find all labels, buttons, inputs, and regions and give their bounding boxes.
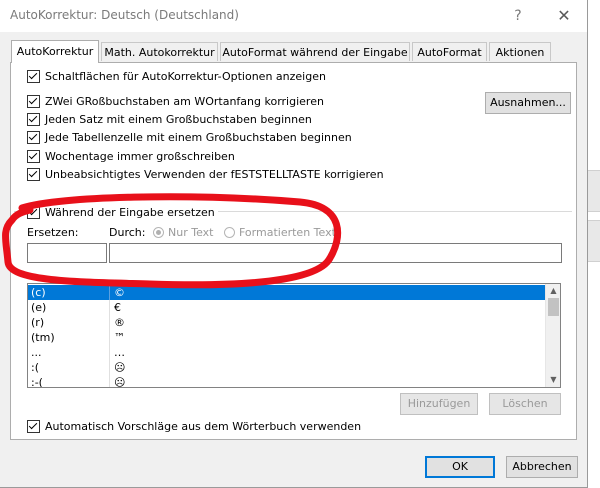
option-label: Wochentage immer großschreiben [45, 149, 235, 163]
entry-from: (e) [28, 300, 110, 315]
weekdays-cap-option[interactable]: Wochentage immer großschreiben [27, 148, 235, 164]
entry-to: ☹ [114, 361, 126, 374]
scroll-up-icon[interactable]: ▲ [546, 284, 560, 298]
show-buttons-option[interactable]: Schaltflächen für AutoKorrektur-Optionen… [27, 68, 326, 84]
option-label: Jede Tabellenzelle mit einem Großbuchsta… [45, 130, 352, 144]
replace-input[interactable] [27, 243, 107, 263]
list-item[interactable]: :( ☹ [28, 360, 545, 375]
option-label: Jeden Satz mit einem Großbuchstaben begi… [45, 112, 312, 126]
ok-button[interactable]: OK [425, 456, 495, 478]
auto-suggestions-option[interactable]: Automatisch Vorschläge aus dem Wörterbuc… [27, 418, 361, 434]
option-label: Während der Eingabe ersetzen [45, 205, 215, 219]
list-item[interactable]: (c) © [28, 285, 545, 300]
entry-from: :-( [28, 375, 110, 387]
plain-text-radio[interactable]: Nur Text [153, 226, 213, 239]
list-item[interactable]: (e) € [28, 300, 545, 315]
checkbox[interactable] [27, 205, 40, 219]
option-label: ZWei GRoßbuchstaben am WOrtanfang korrig… [45, 94, 324, 108]
entry-to: ™ [114, 331, 125, 344]
option-label: Unbeabsichtigtes Verwenden der fESTSTELL… [45, 167, 384, 181]
title-bar: AutoKorrektur: Deutsch (Deutschland) ? ✕ [0, 0, 587, 32]
entry-from: (r) [28, 315, 110, 330]
tab-autoformat-eingabe[interactable]: AutoFormat während der Eingabe [220, 42, 410, 61]
entry-to: ☹ [114, 376, 126, 388]
tab-autoformat[interactable]: AutoFormat [412, 42, 487, 61]
entry-to: © [114, 286, 125, 299]
entry-from: (c) [28, 285, 110, 300]
checkbox[interactable] [27, 130, 40, 144]
replace-label: Ersetzen: [27, 226, 79, 239]
replace-while-typing-option[interactable]: Während der Eingabe ersetzen [27, 204, 218, 220]
autocorrect-dialog: AutoKorrektur: Deutsch (Deutschland) ? ✕… [0, 0, 588, 488]
option-label: Schaltflächen für AutoKorrektur-Optionen… [45, 69, 326, 83]
with-label: Durch: [109, 226, 146, 239]
list-scrollbar[interactable]: ▲ ▼ [545, 284, 560, 387]
tab-autokorrektur[interactable]: AutoKorrektur [11, 40, 99, 63]
entry-to: … [114, 346, 125, 359]
exceptions-button[interactable]: Ausnahmen... [485, 92, 571, 114]
entry-from: ... [28, 345, 110, 360]
scroll-thumb[interactable] [548, 298, 559, 316]
checkbox[interactable] [27, 149, 40, 163]
cancel-button[interactable]: Abbrechen [506, 456, 578, 478]
help-icon[interactable]: ? [508, 6, 528, 26]
radio-dot[interactable] [153, 227, 164, 238]
radio-dot[interactable] [224, 227, 235, 238]
scroll-down-icon[interactable]: ▼ [546, 373, 560, 387]
autocorrect-entries-list[interactable]: (c) © (e) € (r) ® (tm) ™ ... … :( ☹ :-( … [27, 283, 561, 388]
table-cell-cap-option[interactable]: Jede Tabellenzelle mit einem Großbuchsta… [27, 129, 352, 145]
list-item[interactable]: ... … [28, 345, 545, 360]
background-strip [588, 170, 600, 212]
formatted-text-radio[interactable]: Formatierten Text [224, 226, 336, 239]
checkbox[interactable] [27, 69, 40, 83]
add-button[interactable]: Hinzufügen [400, 393, 478, 415]
tab-aktionen[interactable]: Aktionen [489, 42, 551, 61]
list-item[interactable]: (r) ® [28, 315, 545, 330]
with-input[interactable] [109, 243, 562, 263]
two-caps-option[interactable]: ZWei GRoßbuchstaben am WOrtanfang korrig… [27, 93, 324, 109]
background-strip [588, 220, 600, 262]
checkbox[interactable] [27, 112, 40, 126]
tab-math-autokorrektur[interactable]: Math. Autokorrektur [101, 42, 218, 61]
checkbox[interactable] [27, 167, 40, 181]
checkbox[interactable] [27, 419, 40, 433]
option-label: Automatisch Vorschläge aus dem Wörterbuc… [45, 419, 362, 433]
window-title: AutoKorrektur: Deutsch (Deutschland) [10, 8, 239, 22]
sentence-cap-option[interactable]: Jeden Satz mit einem Großbuchstaben begi… [27, 111, 312, 127]
entry-to: € [114, 301, 121, 314]
close-icon[interactable]: ✕ [552, 6, 576, 26]
checkbox[interactable] [27, 94, 40, 108]
entry-to: ® [114, 316, 125, 329]
entry-from: (tm) [28, 330, 110, 345]
entry-from: :( [28, 360, 110, 375]
caps-lock-option[interactable]: Unbeabsichtigtes Verwenden der fESTSTELL… [27, 166, 384, 182]
radio-label: Nur Text [168, 226, 214, 239]
radio-label: Formatierten Text [239, 226, 336, 239]
list-item[interactable]: (tm) ™ [28, 330, 545, 345]
list-item[interactable]: :-( ☹ [28, 375, 545, 388]
delete-button[interactable]: Löschen [489, 393, 561, 415]
